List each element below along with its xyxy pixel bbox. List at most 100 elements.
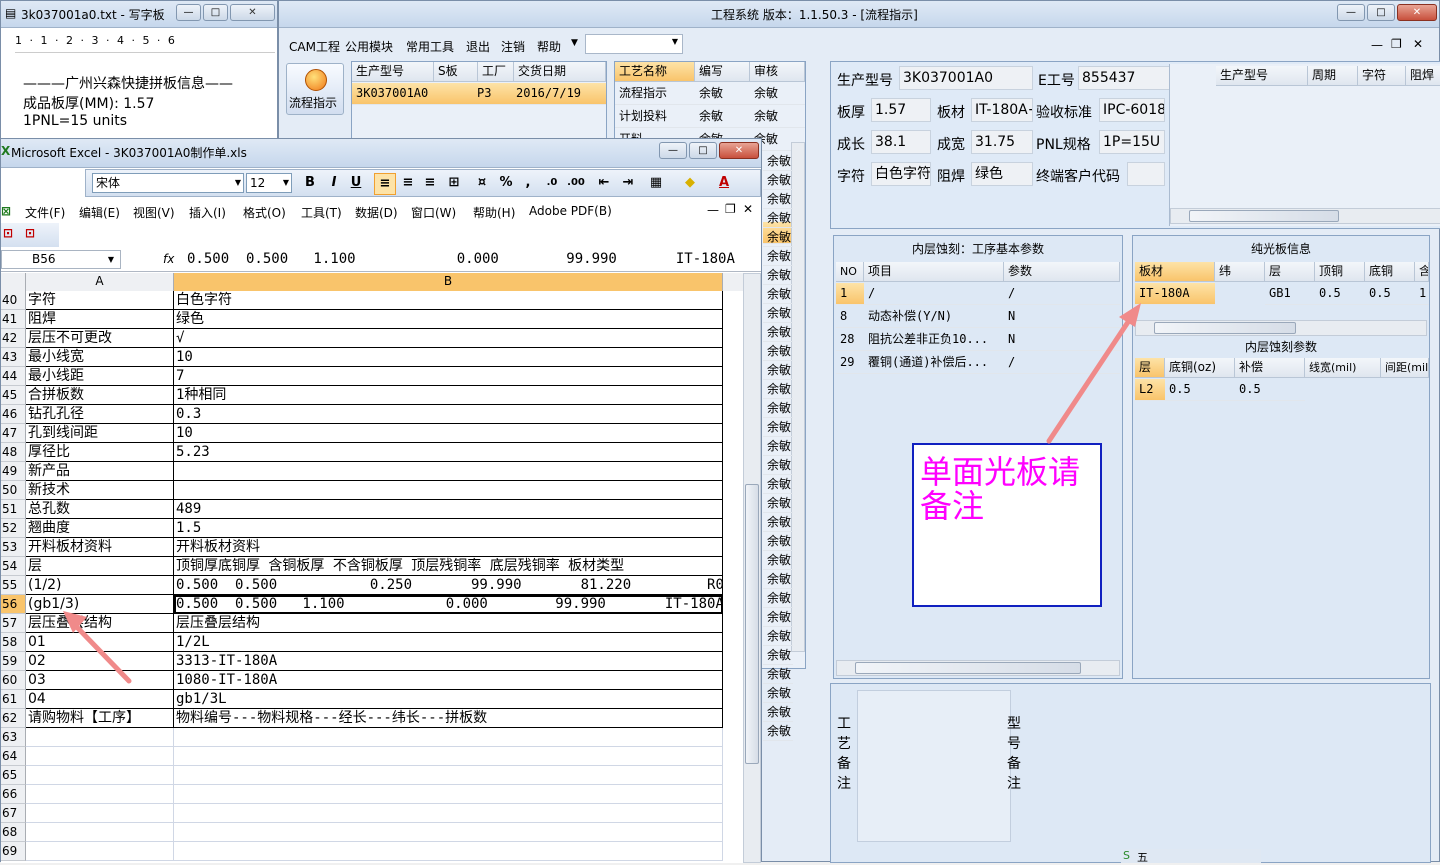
bare-header-bottom-cu[interactable]: 底铜 [1365, 262, 1415, 282]
row-header[interactable]: 47 [1, 424, 26, 443]
cell-a[interactable]: 新产品 [26, 462, 174, 481]
fx-icon[interactable]: fx [163, 252, 174, 266]
menu-logout[interactable]: 注销 [501, 38, 525, 55]
comma-icon[interactable]: , [518, 173, 538, 193]
cell-b[interactable] [174, 462, 723, 481]
bare-header-material[interactable]: 板材 [1135, 262, 1215, 282]
bare-hscroll[interactable] [1135, 320, 1427, 336]
side-header-char[interactable]: 字符 [1358, 66, 1406, 86]
font-select[interactable]: 宋体 ▼ [92, 173, 244, 193]
menu-help[interactable]: 帮助 [537, 38, 561, 55]
bold-icon[interactable]: B [300, 173, 320, 193]
cell-a[interactable]: (1/2) [26, 576, 174, 595]
width-field[interactable]: 31.75 [971, 130, 1033, 154]
row-header[interactable]: 43 [1, 348, 26, 367]
process-row-1-name[interactable]: 流程指示 [615, 83, 695, 105]
main-minimize-icon[interactable]: — [1337, 4, 1365, 21]
char-field[interactable]: 白色字符 [871, 162, 931, 186]
menu-help[interactable]: 帮助(H) [473, 204, 515, 221]
formula-input[interactable]: 0.500 0.500 1.100 0.000 99.990 IT-180A [187, 250, 759, 269]
cell-b[interactable]: 开料板材资料 [174, 538, 723, 557]
cell-b[interactable] [174, 481, 723, 500]
row-header[interactable]: 44 [1, 367, 26, 386]
cell-a[interactable]: 开料板材资料 [26, 538, 174, 557]
select-all-corner[interactable] [1, 273, 26, 291]
cell-b[interactable]: 489 [174, 500, 723, 519]
column-header-b[interactable]: B [174, 273, 723, 291]
cell-a[interactable]: 层压不可更改 [26, 329, 174, 348]
cell-b[interactable] [174, 823, 723, 842]
row-header[interactable]: 45 [1, 386, 26, 405]
menu-exit[interactable]: 退出 [466, 38, 490, 55]
process-row-2-name[interactable]: 计划投料 [615, 106, 695, 128]
row-header[interactable]: 57 [1, 614, 26, 633]
side-header-model[interactable]: 生产型号 [1216, 66, 1308, 86]
cell-b[interactable]: 0.500 0.500 1.100 0.000 99.990 IT-180A [174, 595, 723, 614]
cell-a[interactable]: 阻焊 [26, 310, 174, 329]
etch-header-line-width[interactable]: 线宽(mil) [1305, 358, 1381, 378]
row-header[interactable]: 46 [1, 405, 26, 424]
cell-a[interactable] [26, 823, 174, 842]
menu-adobe-pdf[interactable]: Adobe PDF(B) [529, 204, 612, 218]
wordpad-titlebar[interactable]: ▤ 3k037001a0.txt - 写字板 — □ ✕ [1, 1, 277, 28]
excel-titlebar[interactable]: X Microsoft Excel - 3K037001A0制作单.xls — … [1, 139, 761, 168]
cell-a[interactable] [26, 842, 174, 861]
increase-indent-icon[interactable]: ⇥ [618, 173, 638, 193]
cell-a[interactable]: 合拼板数 [26, 386, 174, 405]
standard-field[interactable]: IPC-6018 [1099, 98, 1165, 122]
cell-a[interactable]: 厚径比 [26, 443, 174, 462]
row-header[interactable]: 69 [1, 842, 26, 861]
row-header[interactable]: 56 [1, 595, 26, 614]
side-header-cycle[interactable]: 周期 [1308, 66, 1358, 86]
row-header[interactable]: 62 [1, 709, 26, 728]
underline-icon[interactable]: U [346, 173, 366, 193]
etch-header-spacing[interactable]: 间距(mil) [1381, 358, 1429, 378]
borders-icon[interactable]: ▦ [646, 173, 666, 193]
decrease-decimal-icon[interactable]: .00 [566, 173, 586, 193]
doc-min-icon[interactable]: — [707, 203, 719, 217]
orders-header-factory[interactable]: 工厂 [478, 62, 514, 82]
cell-b[interactable]: 1/2L [174, 633, 723, 652]
bare-header-incl[interactable]: 含 [1415, 262, 1429, 282]
row-header[interactable]: 53 [1, 538, 26, 557]
main-titlebar[interactable]: 工程系统 版本：1.1.50.3 - [流程指示] — □ ✕ [279, 1, 1439, 28]
menu-data[interactable]: 数据(D) [355, 204, 398, 221]
inner-row-1-no[interactable]: 1 [836, 283, 864, 305]
row-header[interactable]: 66 [1, 785, 26, 804]
menu-edit[interactable]: 编辑(E) [79, 204, 120, 221]
row-header[interactable]: 55 [1, 576, 26, 595]
etch-header-base-cu[interactable]: 底铜(oz) [1165, 358, 1235, 378]
row-header[interactable]: 65 [1, 766, 26, 785]
row-header[interactable]: 49 [1, 462, 26, 481]
row-header[interactable]: 51 [1, 500, 26, 519]
menu-tools[interactable]: 工具(T) [301, 204, 342, 221]
mask-field[interactable]: 绿色 [971, 162, 1033, 186]
mdi-min-icon[interactable]: — [1371, 38, 1383, 52]
excel-close-icon[interactable]: ✕ [719, 142, 759, 159]
cell-b[interactable]: 1种相同 [174, 386, 723, 405]
cell-b[interactable] [174, 747, 723, 766]
inner-header-param[interactable]: 参数 [1004, 262, 1120, 282]
cell-a[interactable] [26, 804, 174, 823]
cell-b[interactable]: 层压叠层结构 [174, 614, 723, 633]
inner-hscroll[interactable] [836, 660, 1120, 676]
cell-b[interactable] [174, 785, 723, 804]
row-header[interactable]: 48 [1, 443, 26, 462]
cell-b[interactable]: 10 [174, 348, 723, 367]
row-header[interactable]: 68 [1, 823, 26, 842]
main-maximize-icon[interactable]: □ [1367, 4, 1395, 21]
orders-header-model[interactable]: 生产型号 [352, 62, 434, 82]
row-header[interactable]: 42 [1, 329, 26, 348]
cell-b[interactable]: gb1/3L [174, 690, 723, 709]
size-select[interactable]: 12 ▼ [246, 173, 292, 193]
thickness-field[interactable]: 1.57 [871, 98, 931, 122]
main-close-icon[interactable]: ✕ [1397, 4, 1437, 21]
menu-format[interactable]: 格式(O) [243, 204, 286, 221]
cell-b[interactable]: √ [174, 329, 723, 348]
pnl-field[interactable]: 1P=15U [1099, 130, 1165, 154]
menu-view[interactable]: 视图(V) [133, 204, 175, 221]
italic-icon[interactable]: I [324, 173, 344, 193]
cell-b[interactable] [174, 804, 723, 823]
cell-a[interactable] [26, 747, 174, 766]
cell-b[interactable]: 3313-IT-180A [174, 652, 723, 671]
